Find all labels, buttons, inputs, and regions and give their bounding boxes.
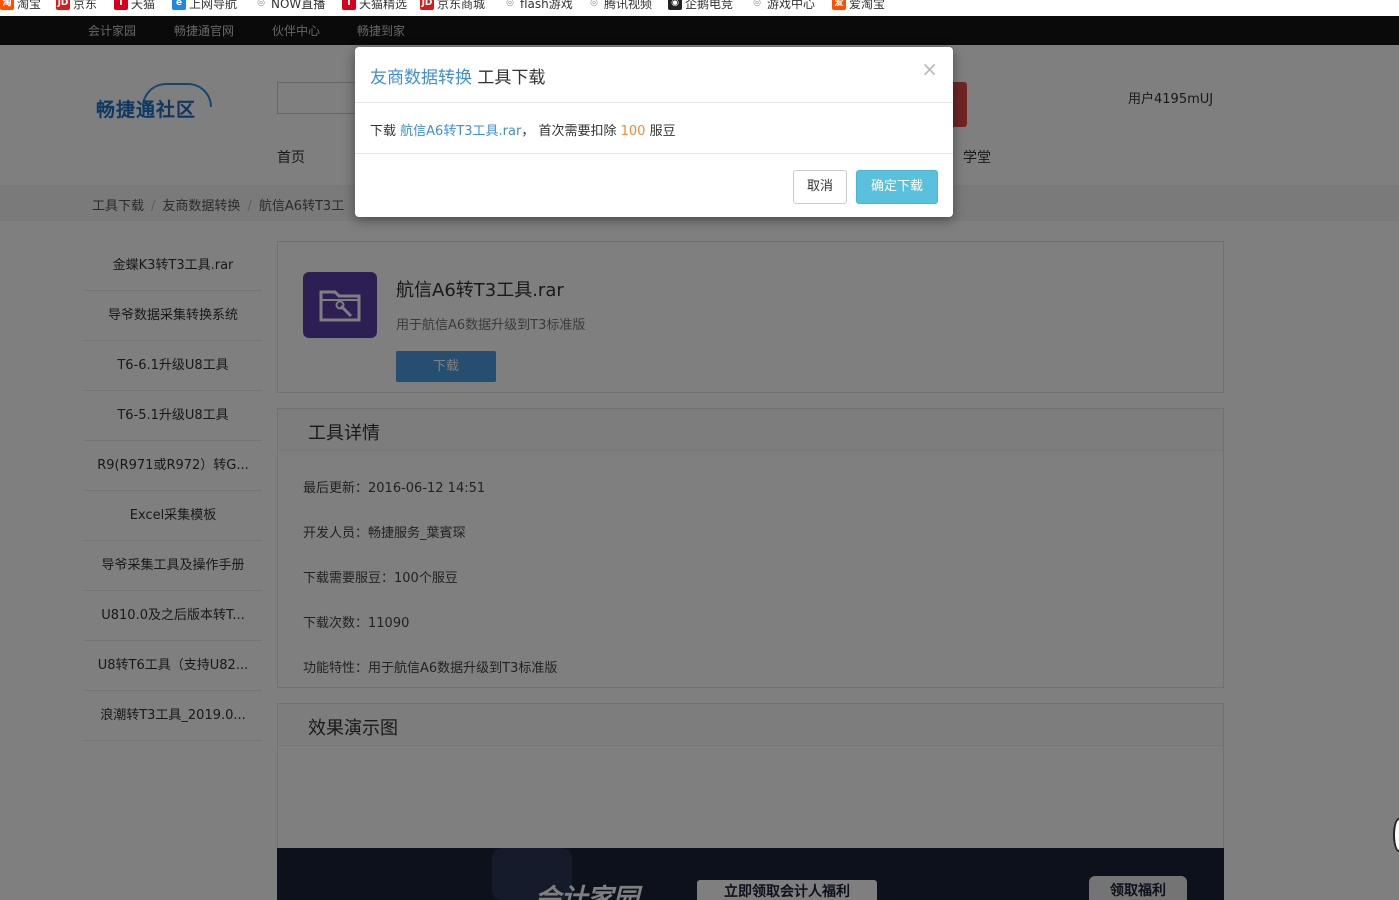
bookmark-tmall-select[interactable]: T 天猫精选 — [342, 0, 407, 11]
taobao-icon: 淘 — [0, 0, 14, 10]
globe-icon: ◎ — [590, 0, 598, 8]
modal-body: 下载 航信A6转T3工具.rar， 首次需要扣除 100 服豆 — [370, 120, 676, 139]
bookmark-tmall[interactable]: T 天猫 — [114, 0, 155, 11]
modal-title-text: 工具下载 — [477, 68, 546, 88]
floating-widget[interactable] — [1393, 818, 1399, 852]
jd-icon: JD — [56, 0, 70, 10]
tmall-icon: T — [114, 0, 128, 10]
modal-body-prefix: 下载 — [370, 124, 397, 139]
download-confirm-modal: 友商数据转换 工具下载 × 下载 航信A6转T3工具.rar， 首次需要扣除 1… — [355, 47, 953, 217]
bookmark-jd[interactable]: JD 京东 — [56, 0, 97, 11]
cancel-button[interactable]: 取消 — [793, 170, 847, 204]
modal-title-category-link[interactable]: 友商数据转换 — [370, 68, 472, 88]
confirm-download-button[interactable]: 确定下载 — [856, 170, 938, 204]
bookmark-nav[interactable]: e 上网导航 — [172, 0, 237, 11]
bookmark-flash[interactable]: ◎ flash游戏 — [503, 0, 573, 11]
modal-file-link[interactable]: 航信A6转T3工具.rar — [400, 124, 521, 139]
penguin-icon: ◉ — [668, 0, 682, 10]
modal-cost-amount: 100 — [620, 124, 646, 139]
modal-body-suffix: 服豆 — [649, 124, 676, 139]
globe-icon: ◎ — [257, 0, 265, 8]
bookmark-jd-mall[interactable]: JD 京东商城 — [420, 0, 485, 11]
globe-icon: ◎ — [506, 0, 514, 8]
bookmark-games[interactable]: ◎ 游戏中心 — [750, 0, 815, 11]
modal-footer: 取消 确定下载 — [355, 153, 953, 217]
tmall-icon: T — [342, 0, 356, 10]
modal-title: 友商数据转换 工具下载 — [370, 63, 545, 88]
globe-icon: ◎ — [753, 0, 761, 8]
modal-header: 友商数据转换 工具下载 × — [355, 47, 953, 103]
bookmark-esports[interactable]: ◉ 企鹅电竞 — [668, 0, 733, 11]
bookmark-now[interactable]: ◎ NOW直播 — [254, 0, 325, 11]
bookmark-tencent-video[interactable]: ◎ 腾讯视频 — [587, 0, 652, 11]
close-icon[interactable]: × — [921, 59, 938, 79]
jd-icon: JD — [420, 0, 434, 10]
aitaobao-icon: 爱 — [832, 0, 846, 10]
bookmarks-bar: 淘淘宝 JD 京东 T 天猫 e 上网导航 ◎ NOW直播 T 天猫精选 JD 京东商城 ◎… — [0, 0, 1399, 16]
modal-body-mid: ， 首次需要扣除 — [521, 124, 617, 139]
bookmark-taobao[interactable]: 淘淘宝 — [0, 0, 41, 11]
ie-icon: e — [172, 0, 186, 10]
bookmark-aitaobao[interactable]: 爱爱淘宝 — [832, 0, 885, 11]
